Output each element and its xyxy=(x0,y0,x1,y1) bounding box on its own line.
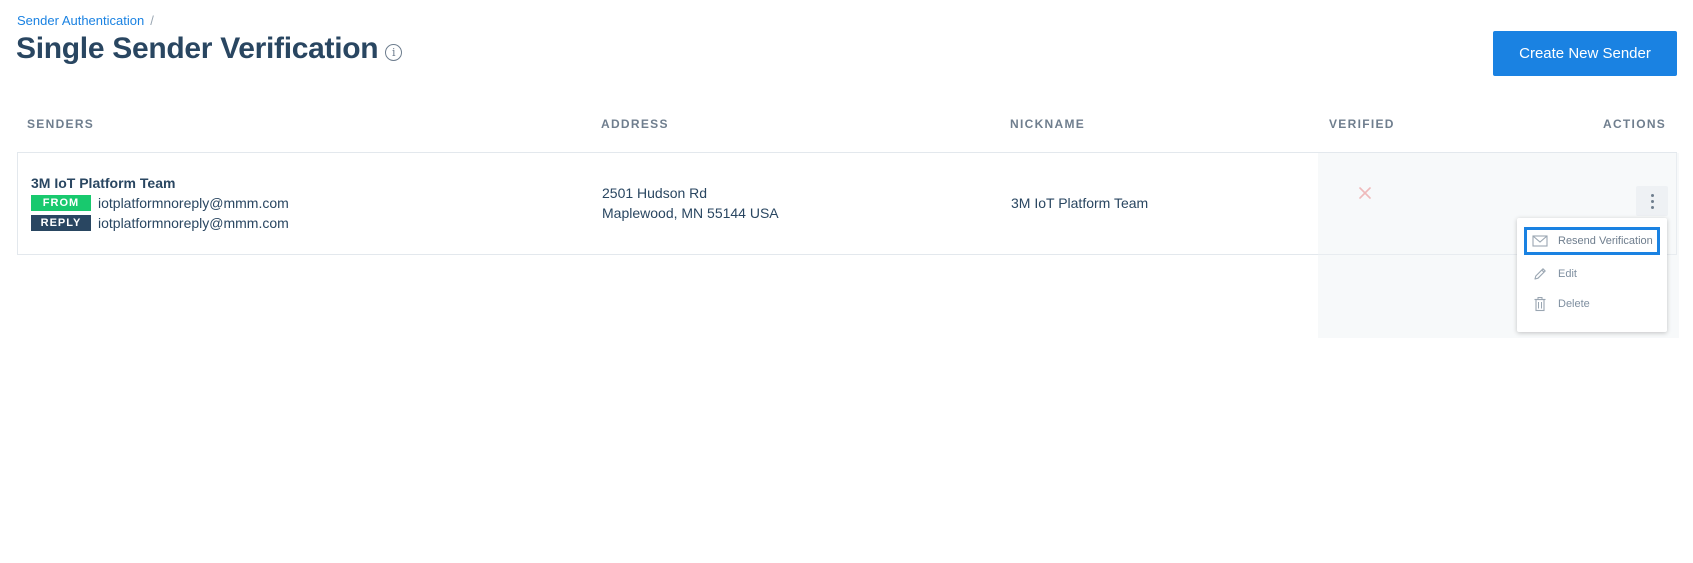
kebab-dot xyxy=(1650,193,1654,197)
menu-item-label: Resend Verification xyxy=(1558,235,1653,247)
create-new-sender-button[interactable]: Create New Sender xyxy=(1493,31,1677,76)
from-badge: FROM xyxy=(31,195,91,211)
pencil-icon xyxy=(1531,265,1549,283)
table-header: SENDERS ADDRESS NICKNAME VERIFIED ACTION… xyxy=(17,103,1677,153)
info-icon[interactable]: i xyxy=(385,43,403,61)
menu-item-edit[interactable]: Edit xyxy=(1524,260,1660,288)
reply-badge: REPLY xyxy=(31,215,91,231)
trash-icon xyxy=(1531,295,1549,313)
actions-dropdown-menu: Resend Verification Edit Delete xyxy=(1517,218,1667,332)
address-line-1: 2501 Hudson Rd xyxy=(602,185,708,201)
nickname: 3M IoT Platform Team xyxy=(1011,195,1149,211)
column-header-address: ADDRESS xyxy=(601,117,669,131)
column-header-verified: VERIFIED xyxy=(1329,117,1395,131)
kebab-dot xyxy=(1650,199,1654,203)
column-header-senders: SENDERS xyxy=(27,117,95,131)
address-line-2: Maplewood, MN 55144 USA xyxy=(602,205,779,221)
from-email-line: FROM iotplatformnoreply@mmm.com xyxy=(31,195,289,211)
envelope-icon xyxy=(1531,232,1549,250)
column-header-nickname: NICKNAME xyxy=(1010,117,1086,131)
menu-item-delete[interactable]: Delete xyxy=(1524,290,1660,318)
breadcrumb: Sender Authentication / xyxy=(17,13,154,28)
kebab-menu-button[interactable] xyxy=(1636,186,1668,216)
menu-item-label: Delete xyxy=(1558,298,1590,310)
menu-item-resend-verification[interactable]: Resend Verification xyxy=(1524,227,1660,255)
reply-email-line: REPLY iotplatformnoreply@mmm.com xyxy=(31,215,289,231)
from-email: iotplatformnoreply@mmm.com xyxy=(98,195,289,211)
breadcrumb-separator: / xyxy=(150,13,154,28)
reply-email: iotplatformnoreply@mmm.com xyxy=(98,215,289,231)
menu-item-label: Edit xyxy=(1558,268,1577,280)
breadcrumb-link-sender-authentication[interactable]: Sender Authentication xyxy=(17,13,144,28)
column-header-actions: ACTIONS xyxy=(1603,117,1667,131)
page: Sender Authentication / Single Sender Ve… xyxy=(0,0,1693,563)
sender-name: 3M IoT Platform Team xyxy=(31,175,176,191)
page-title: Single Sender Verification xyxy=(16,32,379,65)
kebab-dot xyxy=(1650,205,1654,209)
title-row: Single Sender Verification i xyxy=(16,32,403,66)
